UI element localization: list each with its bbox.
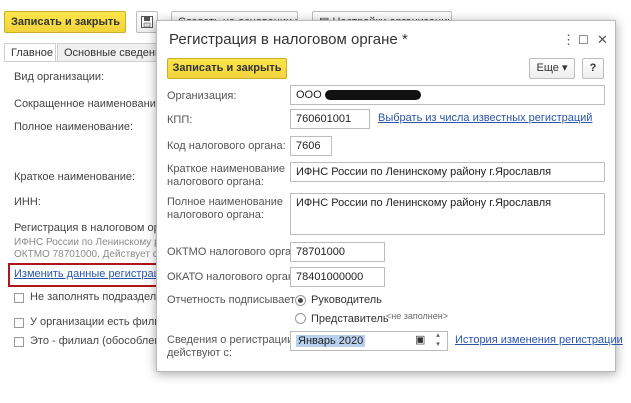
radio-director[interactable]: [295, 295, 306, 306]
date-value: Январь 2020: [296, 335, 366, 347]
checkbox-is-branch[interactable]: [14, 337, 24, 347]
kpp-select-link[interactable]: Выбрать из числа известных регистраций: [378, 112, 592, 124]
maximize-icon[interactable]: ☐: [578, 33, 589, 47]
bg-save-icon-button[interactable]: [136, 11, 158, 33]
full-name-label: Полное наименование:: [14, 121, 134, 133]
short-name-label: Сокращенное наименование:: [14, 98, 166, 110]
close-icon[interactable]: ✕: [597, 33, 608, 47]
date-label: Сведения о регистрации действуют с:: [167, 334, 294, 359]
full-name-label: Полное наименование налогового органа:: [167, 196, 283, 221]
checkbox-no-division[interactable]: [14, 293, 24, 303]
help-button[interactable]: ?: [582, 58, 604, 79]
date-stepper-icon[interactable]: ▴ ▾: [429, 331, 447, 351]
chevron-down-icon: ▾: [561, 62, 568, 74]
redaction-bar: [324, 90, 421, 101]
brief-name-label: Краткое наименование:: [14, 171, 136, 183]
save-close-button[interactable]: Записать и закрыть: [167, 58, 287, 79]
kpp-label: КПП:: [167, 114, 193, 126]
radio-representative[interactable]: [295, 313, 306, 324]
signer-label: Отчетность подписывает:: [167, 294, 299, 306]
bg-save-close-button[interactable]: Записать и закрыть: [4, 11, 126, 33]
tax-info-line1: ИФНС России по Ленинскому р: [14, 237, 160, 248]
radio-representative-label: Представитель: [311, 313, 389, 325]
short-name-label: Краткое наименование налогового органа:: [167, 163, 286, 188]
checkbox-no-division-label: Не заполнять подразделени: [30, 291, 175, 303]
change-registration-link[interactable]: Изменить данные регистрации: [14, 268, 172, 280]
more-vert-icon[interactable]: ⋮: [562, 33, 575, 47]
org-label: Организация:: [167, 90, 237, 102]
full-name-field[interactable]: ИФНС России по Ленинскому району г.Яросл…: [290, 193, 605, 235]
checkbox-has-branches-label: У организации есть филиал: [30, 316, 173, 328]
okato-label: ОКАТО налогового органа:: [167, 271, 304, 283]
tab-main[interactable]: Главное: [4, 43, 56, 62]
tax-code-field[interactable]: 7606: [290, 136, 332, 156]
org-type-label: Вид организации:: [14, 71, 105, 83]
tab-divider: [4, 61, 156, 62]
tax-registration-dialog: Регистрация в налоговом органе * ⋮ ☐ ✕ З…: [156, 20, 623, 372]
inn-label: ИНН:: [14, 196, 41, 208]
short-name-field[interactable]: ИФНС России по Ленинскому району г.Яросл…: [290, 162, 605, 182]
history-link[interactable]: История изменения регистрации: [455, 334, 623, 346]
oktmo-field[interactable]: 78701000: [290, 242, 385, 262]
radio-director-label: Руководитель: [311, 294, 382, 306]
more-button[interactable]: Еще ▾: [529, 58, 575, 79]
checkbox-has-branches[interactable]: [14, 318, 24, 328]
org-field[interactable]: ООО: [290, 85, 605, 105]
calendar-icon[interactable]: ▣: [415, 333, 425, 346]
not-filled-hint: <не заполнен>: [386, 311, 448, 321]
floppy-disk-icon: [141, 16, 153, 28]
tab-basic-info[interactable]: Основные сведения: [57, 43, 157, 62]
tax-info-line2: ОКТМО 78701000. Действует с: [14, 249, 158, 260]
okato-field[interactable]: 78401000000: [290, 267, 385, 287]
kpp-field[interactable]: 760601001: [290, 109, 370, 129]
oktmo-label: ОКТМО налогового органа:: [167, 246, 307, 258]
tax-code-label: Код налогового органа:: [167, 140, 286, 152]
dialog-title: Регистрация в налоговом органе *: [169, 31, 408, 48]
